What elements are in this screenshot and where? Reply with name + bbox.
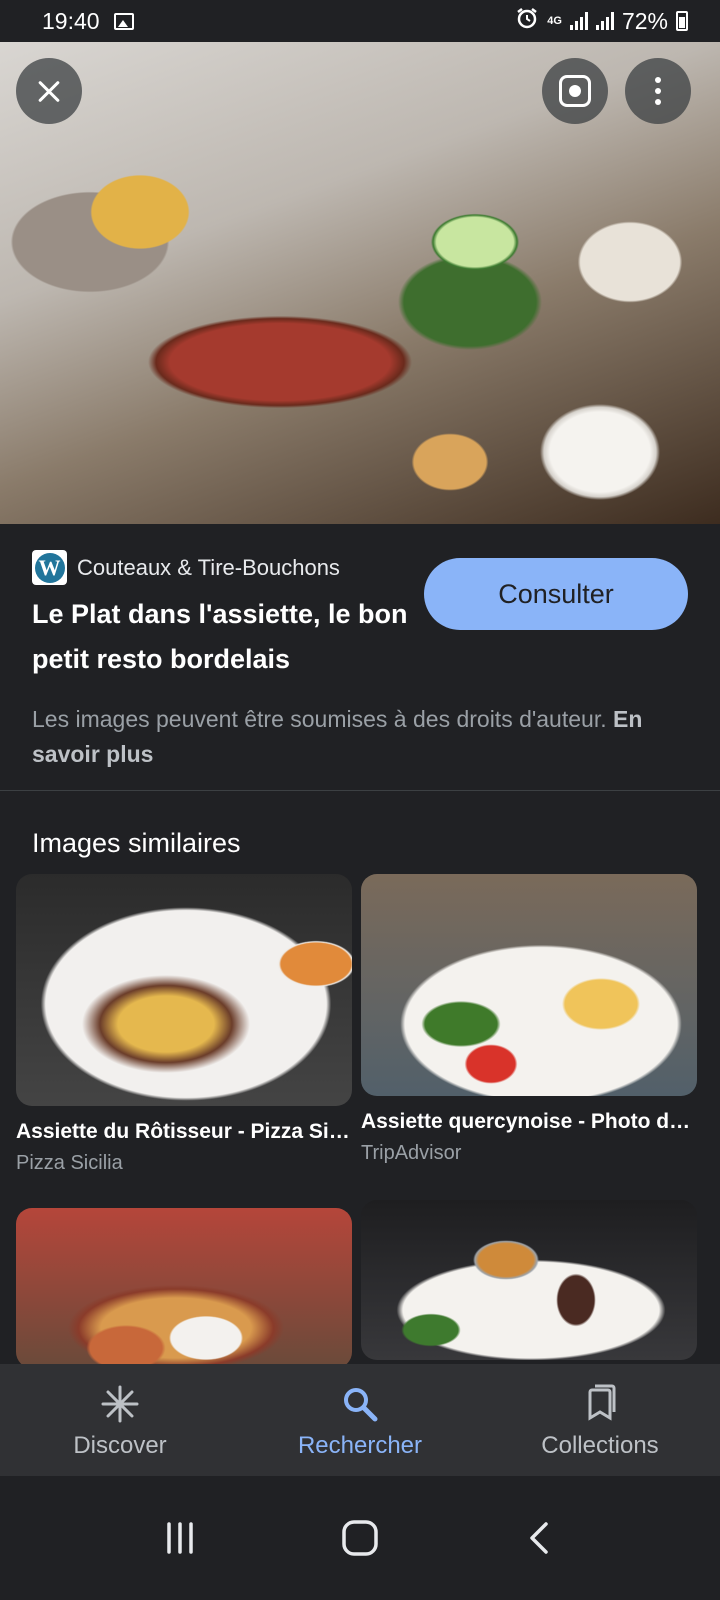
nav-label: Rechercher [297, 1432, 423, 1459]
nav-search[interactable]: Rechercher [240, 1364, 480, 1476]
nav-collections[interactable]: Collections [480, 1364, 720, 1476]
battery-icon [676, 11, 688, 31]
source-row[interactable]: W Couteaux & Tire-Bouchons [32, 550, 340, 585]
similar-image-card[interactable] [361, 1200, 697, 1360]
result-info: W Couteaux & Tire-Bouchons Le Plat dans … [0, 524, 720, 790]
status-indicators: 4G 72% [515, 6, 688, 36]
source-name: Couteaux & Tire-Bouchons [77, 554, 340, 580]
copyright-text: Les images peuvent être soumises à des d… [32, 706, 607, 732]
wordpress-icon: W [32, 550, 67, 585]
status-bar: 19:40 4G 72% [0, 0, 720, 42]
lens-icon [559, 75, 591, 107]
nav-discover[interactable]: Discover [0, 1364, 240, 1476]
similar-image-thumbnail[interactable] [361, 874, 697, 1096]
more-options-button[interactable] [625, 58, 691, 124]
asterisk-icon [100, 1384, 140, 1424]
similar-image-card[interactable]: Assiette du Rôtisseur - Pizza Sicilia Pi… [16, 874, 352, 1175]
more-vert-icon [655, 77, 661, 83]
system-navigation-bar [0, 1476, 720, 1600]
signal-icon [569, 12, 588, 30]
result-image[interactable] [0, 42, 720, 524]
gallery-notification-icon [113, 12, 134, 30]
similar-images-heading: Images similaires [32, 828, 241, 858]
similar-image-source: TripAdvisor [361, 1142, 462, 1164]
similar-image-card[interactable]: Assiette quercynoise - Photo de ... Trip… [361, 874, 697, 1165]
network-type-label: 4G [547, 14, 562, 27]
similar-image-title[interactable]: Assiette du Rôtisseur - Pizza Sicilia [16, 1120, 352, 1144]
similar-image-source: Pizza Sicilia [16, 1152, 123, 1174]
home-button[interactable] [335, 1513, 385, 1563]
battery-percent: 72% [621, 7, 668, 34]
similar-image-card[interactable] [16, 1208, 352, 1368]
bottom-navigation: Discover Rechercher Collections [0, 1364, 720, 1476]
similar-image-title[interactable]: Assiette quercynoise - Photo de ... [361, 1110, 697, 1134]
similar-image-thumbnail[interactable] [361, 1200, 697, 1360]
search-icon [340, 1384, 380, 1424]
page-title[interactable]: Le Plat dans l'assiette, le bon petit re… [32, 592, 412, 682]
nav-label: Collections [541, 1432, 659, 1459]
alarm-icon [515, 6, 539, 36]
back-button[interactable] [515, 1513, 565, 1563]
copyright-notice: Les images peuvent être soumises à des d… [32, 702, 672, 772]
similar-image-thumbnail[interactable] [16, 1208, 352, 1368]
lens-button[interactable] [542, 58, 608, 124]
close-button[interactable] [16, 58, 82, 124]
collections-icon [580, 1384, 620, 1424]
signal-icon-2 [595, 12, 614, 30]
similar-image-thumbnail[interactable] [16, 874, 352, 1106]
visit-button[interactable]: Consulter [424, 558, 688, 630]
divider [0, 790, 720, 791]
nav-label: Discover [73, 1432, 167, 1459]
recent-apps-button[interactable] [155, 1513, 205, 1563]
status-time: 19:40 [42, 7, 100, 34]
